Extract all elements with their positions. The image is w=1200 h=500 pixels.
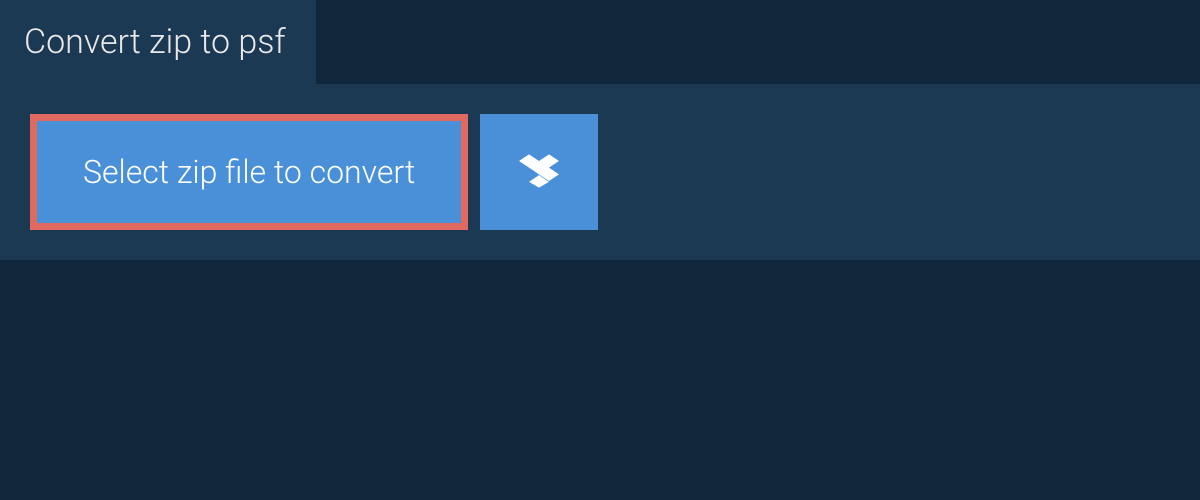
select-file-label: Select zip file to convert: [83, 153, 415, 191]
dropbox-icon: [519, 151, 559, 194]
tab-header: Convert zip to psf: [0, 0, 316, 84]
dropbox-button[interactable]: [480, 114, 598, 230]
button-row: Select zip file to convert: [30, 114, 1170, 230]
select-file-button[interactable]: Select zip file to convert: [30, 114, 468, 230]
conversion-panel: Select zip file to convert: [0, 84, 1200, 260]
tab-title: Convert zip to psf: [24, 22, 286, 62]
